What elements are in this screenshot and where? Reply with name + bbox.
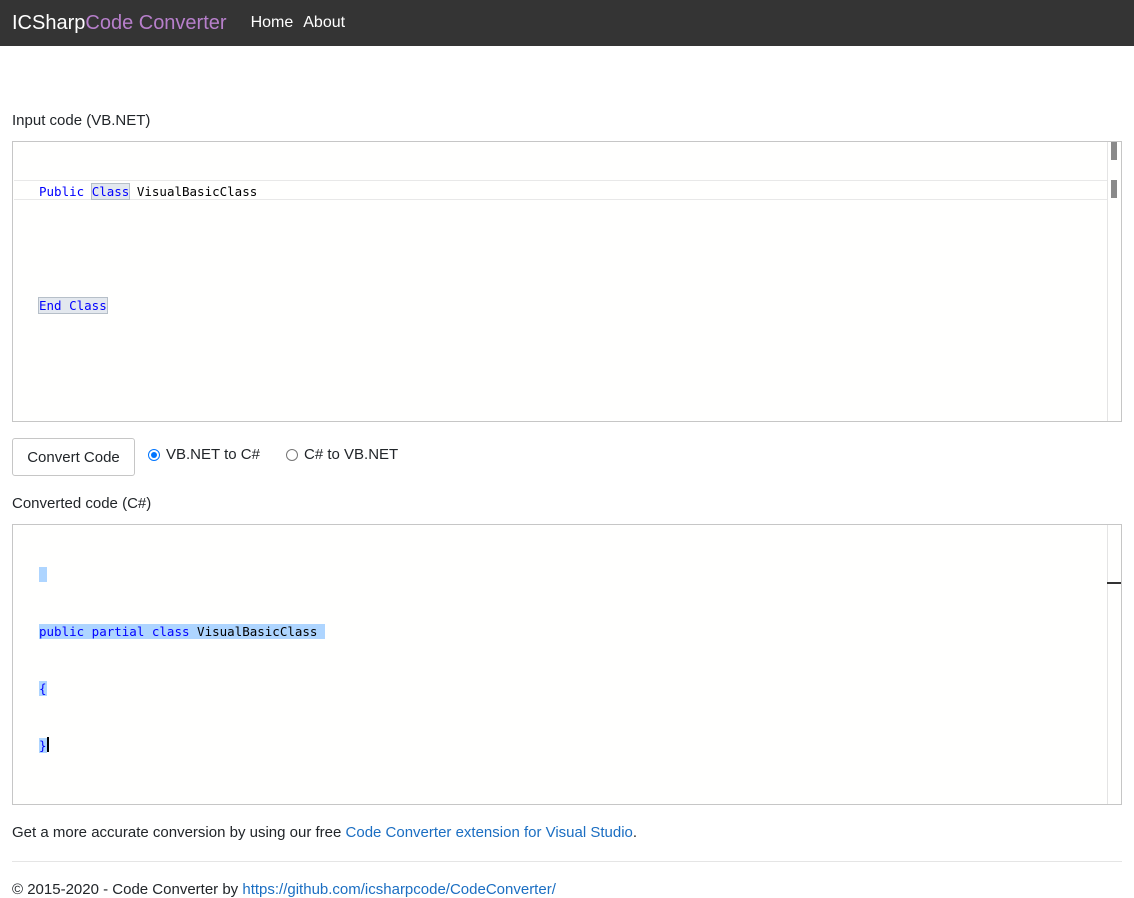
scrollbar-marker <box>1111 142 1117 160</box>
radio-cs-to-vb-label: C# to VB.NET <box>304 446 399 463</box>
output-line-0 <box>39 565 325 584</box>
radio-vb-to-cs-button[interactable] <box>148 448 160 461</box>
output-scrollbar[interactable] <box>1107 525 1121 804</box>
converted-code-editor[interactable]: public partial class VisualBasicClass { … <box>12 524 1122 805</box>
input-code-editor[interactable]: Public Class VisualBasicClass End Class <box>12 141 1122 422</box>
radio-vb-to-cs-label: VB.NET to C# <box>166 446 260 463</box>
brand-part2: Code Converter <box>85 11 227 34</box>
nav-home-link[interactable]: Home <box>251 14 294 32</box>
nav-about-link[interactable]: About <box>303 14 345 32</box>
brand-part1: ICSharp <box>12 11 86 34</box>
convert-code-button[interactable]: Convert Code <box>12 438 135 476</box>
output-line-1: public partial class VisualBasicClass <box>39 622 325 641</box>
output-code-text[interactable]: public partial class VisualBasicClass { … <box>39 527 325 793</box>
input-line-3: End Class <box>38 297 108 314</box>
input-scrollbar[interactable] <box>1107 142 1121 421</box>
promo-text: Get a more accurate conversion by using … <box>12 824 638 841</box>
output-line-2: { <box>39 681 47 696</box>
input-code-label: Input code (VB.NET) <box>12 112 151 129</box>
copyright-text: © 2015-2020 - Code Converter by https://… <box>12 881 556 898</box>
navbar: ICSharp Code Converter Home About <box>0 0 1134 46</box>
github-link[interactable]: https://github.com/icsharpcode/CodeConve… <box>242 881 556 898</box>
brand-logo[interactable]: ICSharp Code Converter <box>12 12 227 35</box>
radio-cs-to-vb[interactable]: C# to VB.NET <box>286 446 398 463</box>
input-code-text[interactable]: Public Class VisualBasicClass End Class <box>38 144 258 353</box>
vs-extension-link[interactable]: Code Converter extension for Visual Stud… <box>346 824 633 841</box>
text-caret <box>46 737 49 752</box>
radio-vb-to-cs[interactable]: VB.NET to C# <box>148 446 260 463</box>
output-line-3: } <box>39 737 49 753</box>
scrollbar-marker <box>1107 582 1121 584</box>
scrollbar-marker <box>1111 180 1117 198</box>
converted-code-label: Converted code (C#) <box>12 495 152 512</box>
radio-cs-to-vb-button[interactable] <box>286 448 298 461</box>
footer-divider <box>12 861 1122 862</box>
input-line-2 <box>39 239 257 258</box>
input-line-1: Public Class VisualBasicClass <box>39 183 258 200</box>
